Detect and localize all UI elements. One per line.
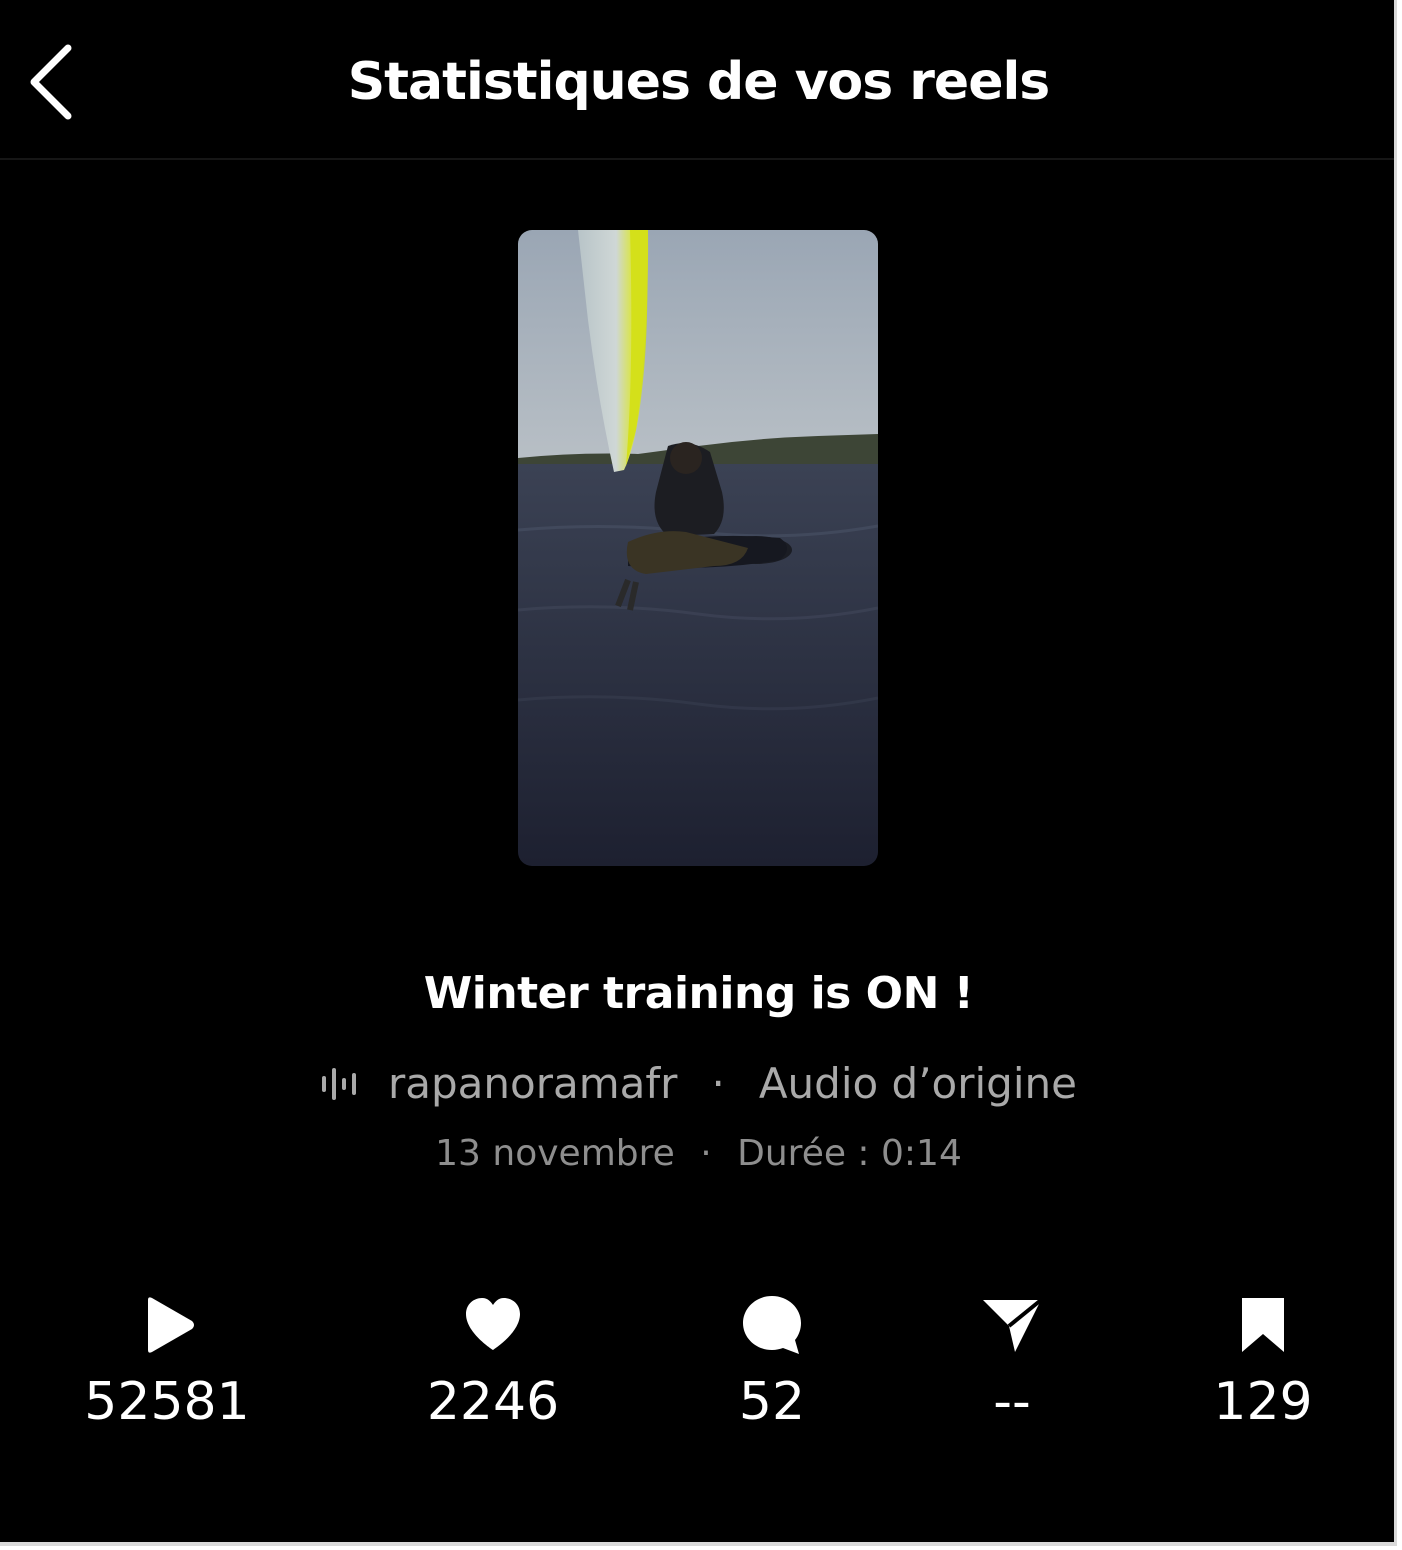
audio-row: rapanoramafr · Audio d’origine — [0, 1054, 1394, 1120]
share-icon — [979, 1292, 1045, 1358]
plays-count: 52581 — [84, 1372, 250, 1432]
heart-icon — [460, 1292, 526, 1358]
stat-likes: 2246 — [373, 1292, 613, 1442]
audio-waveform-icon — [320, 1064, 368, 1104]
audio-separator: · — [711, 1059, 725, 1108]
reel-meta: 13 novembre · Durée : 0:14 — [0, 1128, 1394, 1180]
video-thumbnail-image — [518, 230, 878, 866]
page-title: Statistiques de vos reels — [347, 52, 1051, 112]
reel-insights-screen: Statistiques de vos reels Winter trainin… — [0, 0, 1397, 1546]
shares-count: -- — [993, 1372, 1031, 1432]
audio-label: Audio d’origine — [758, 1059, 1077, 1108]
audio-account: rapanoramafr — [388, 1059, 678, 1108]
stat-shares: -- — [892, 1292, 1132, 1442]
reel-duration: Durée : 0:14 — [737, 1133, 962, 1174]
comment-icon — [739, 1292, 805, 1358]
comments-count: 52 — [738, 1372, 806, 1432]
reel-caption: Winter training is ON ! — [423, 968, 974, 1019]
bookmark-icon — [1230, 1292, 1296, 1358]
top-bar: Statistiques de vos reels — [0, 0, 1394, 160]
stat-plays: 52581 — [47, 1292, 287, 1442]
saves-count: 129 — [1213, 1372, 1313, 1432]
stat-saves: 129 — [1143, 1292, 1383, 1442]
stat-comments: 52 — [652, 1292, 892, 1442]
likes-count: 2246 — [426, 1372, 560, 1432]
reel-date: 13 novembre — [435, 1133, 675, 1174]
play-icon — [134, 1292, 200, 1358]
meta-separator: · — [700, 1133, 712, 1174]
reel-thumbnail[interactable] — [518, 230, 878, 866]
audio-link[interactable]: rapanoramafr · Audio d’origine — [320, 1054, 1077, 1114]
